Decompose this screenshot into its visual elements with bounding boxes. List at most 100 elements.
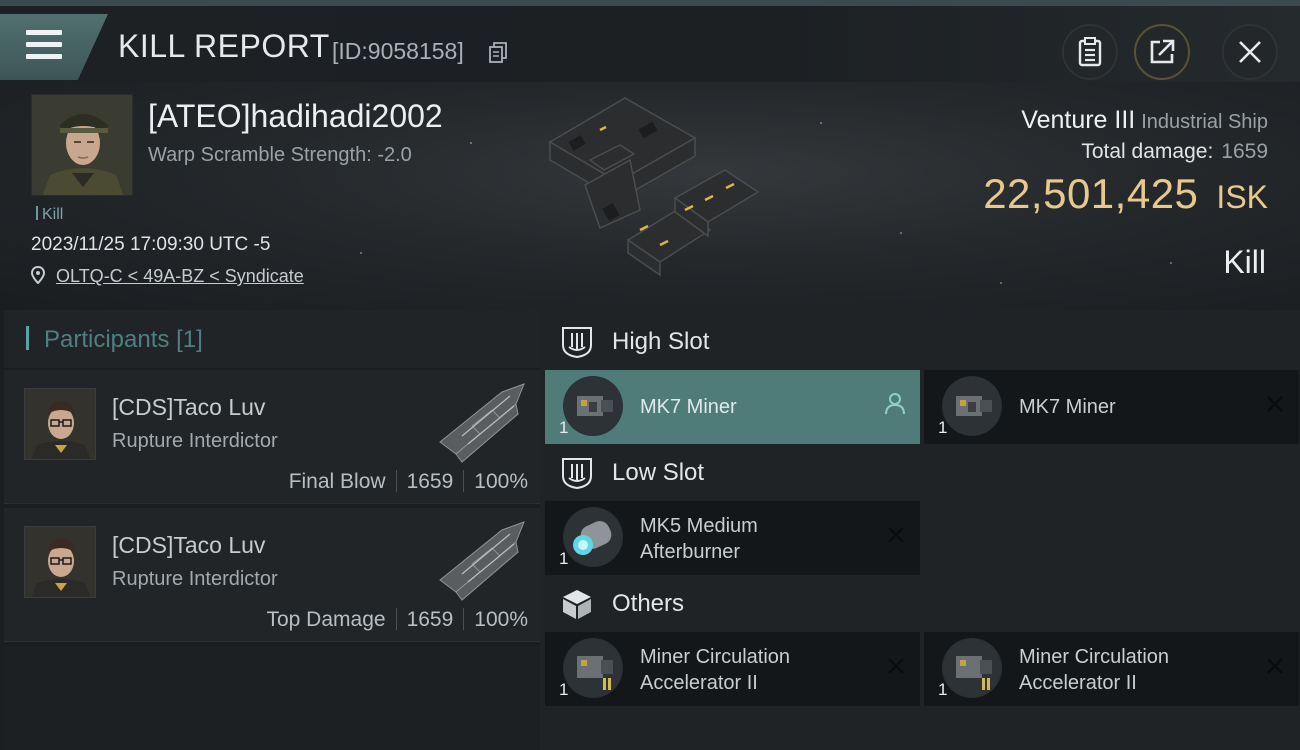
clipboard-icon <box>1078 37 1102 67</box>
star <box>360 252 362 254</box>
menu-button[interactable] <box>0 14 108 80</box>
module-quantity: 1 <box>559 549 569 568</box>
module-image <box>563 376 623 436</box>
fitted-module[interactable]: 1 Miner Circulation Accelerator II <box>545 632 920 706</box>
participant-card[interactable]: [CDS]Taco Luv Rupture Interdictor Final … <box>4 370 540 504</box>
report-id: [ID:9058158] <box>332 38 464 64</box>
low-slot-label: Low Slot <box>612 459 705 486</box>
others-header: Others <box>560 582 684 626</box>
participant-portrait-image <box>25 389 95 459</box>
participant-percent: 100% <box>474 608 528 631</box>
star <box>1170 262 1172 264</box>
miner-module-icon <box>564 377 622 435</box>
module-name-line-1: Miner Circulation <box>640 646 791 668</box>
module-image <box>942 638 1002 698</box>
afterburner-module-icon <box>564 508 622 566</box>
location-pin-icon <box>30 265 46 285</box>
stat-divider <box>463 608 465 630</box>
kill-type-tag: Kill <box>36 206 63 224</box>
total-damage-value: 1659 <box>1221 140 1268 163</box>
module-quantity: 1 <box>938 680 948 699</box>
participant-role: Top Damage <box>266 608 386 631</box>
isk-unit: ISK <box>1216 179 1268 215</box>
menu-icon-bar <box>26 42 62 47</box>
participant-name: [CDS]Taco Luv <box>112 532 266 558</box>
participant-ship: Rupture Interdictor <box>112 430 278 452</box>
module-name: MK7 Miner <box>640 396 737 418</box>
kill-location-link[interactable]: OLTQ-C < 49A-BZ < Syndicate <box>30 265 304 287</box>
module-name-line-2: Accelerator II <box>1019 672 1137 694</box>
star <box>1000 282 1002 284</box>
avatar[interactable] <box>24 526 96 598</box>
ship-name: Venture III <box>1021 106 1136 134</box>
destroyed-x-icon <box>1267 658 1283 674</box>
tag-bar <box>36 206 38 220</box>
kill-result: Kill <box>1223 244 1266 280</box>
rig-module-icon <box>943 639 1001 697</box>
miner-module-icon <box>943 377 1001 435</box>
module-quantity: 1 <box>559 680 569 699</box>
participants-header: Participants [1] <box>4 310 540 368</box>
high-slot-icon <box>562 327 592 359</box>
isk-value-line: 22,501,425 ISK <box>983 170 1268 218</box>
participant-stats: Top Damage 1659 100% <box>266 608 528 632</box>
total-damage-label: Total damage: <box>1081 140 1214 163</box>
ship-name-line: Venture III Industrial Ship <box>1021 106 1268 135</box>
module-name-line-2: Accelerator II <box>640 672 758 694</box>
share-icon <box>1150 39 1175 64</box>
report-button[interactable] <box>1062 24 1118 80</box>
star <box>470 142 472 144</box>
stat-divider <box>463 470 465 492</box>
participant-card[interactable]: [CDS]Taco Luv Rupture Interdictor Top Da… <box>4 508 540 642</box>
star <box>900 232 902 234</box>
copy-icon[interactable] <box>489 42 507 64</box>
high-slot-label: High Slot <box>612 328 710 355</box>
fitted-module[interactable]: 1 MK5 Medium Afterburner <box>545 501 920 575</box>
fitted-module[interactable]: 1 MK7 Miner <box>545 370 920 444</box>
module-quantity: 1 <box>559 418 569 437</box>
pilot-portrait-image <box>32 95 132 195</box>
total-damage-line: Total damage: 1659 <box>1081 140 1268 164</box>
isk-value: 22,501,425 <box>983 170 1199 217</box>
participants-empty-area <box>4 646 540 750</box>
participants-title: Participants [1] <box>44 326 203 354</box>
module-name: MK7 Miner <box>1019 396 1116 418</box>
close-icon <box>1239 41 1261 63</box>
ship-image <box>548 97 760 277</box>
star <box>820 122 822 124</box>
module-name-line-2: Afterburner <box>640 541 741 563</box>
header-bar: KILL REPORT [ID:9058158] <box>0 6 1300 82</box>
participant-damage: 1659 <box>406 608 454 631</box>
warp-scramble-strength: Warp Scramble Strength: -2.0 <box>148 144 412 166</box>
module-image <box>563 507 623 567</box>
kill-tag-label: Kill <box>42 206 64 223</box>
module-name-line-1: MK5 Medium <box>640 515 758 537</box>
participant-ship-image <box>439 521 525 601</box>
avatar[interactable] <box>24 388 96 460</box>
stat-divider <box>395 470 397 492</box>
module-name-line-1: Miner Circulation <box>1019 646 1170 668</box>
high-slot-header: High Slot <box>560 320 709 364</box>
share-button[interactable] <box>1134 24 1190 80</box>
destroyed-x-icon <box>1267 396 1283 412</box>
destroyed-x-icon <box>888 527 904 543</box>
participant-percent: 100% <box>474 470 528 493</box>
victim-portrait[interactable] <box>31 94 133 196</box>
person-icon[interactable] <box>884 392 906 416</box>
fitted-module[interactable]: 1 Miner Circulation Accelerator II <box>924 632 1299 706</box>
participant-role: Final Blow <box>288 470 386 493</box>
destroyed-x-icon <box>888 658 904 674</box>
menu-icon <box>26 30 62 35</box>
participant-damage: 1659 <box>406 470 454 493</box>
header-accent-bar <box>26 326 29 350</box>
low-slot-header: Low Slot <box>560 451 704 495</box>
participant-ship: Rupture Interdictor <box>112 568 278 590</box>
low-slot-icon <box>562 458 592 490</box>
close-button[interactable] <box>1222 24 1278 80</box>
others-label: Others <box>612 590 685 617</box>
module-image <box>942 376 1002 436</box>
fitted-module[interactable]: 1 MK7 Miner <box>924 370 1299 444</box>
module-image <box>563 638 623 698</box>
ship-class: Industrial Ship <box>1141 111 1268 133</box>
participants-label: Participants <box>44 326 170 353</box>
